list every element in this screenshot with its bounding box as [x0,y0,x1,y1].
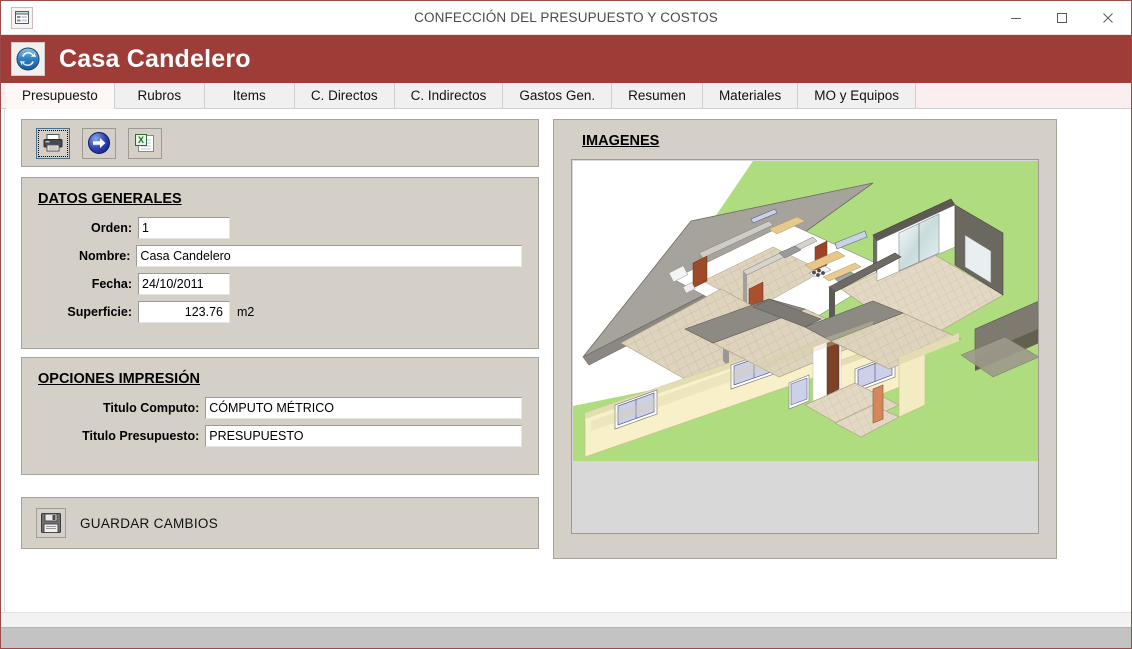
fecha-input[interactable]: 24/10/2011 [138,273,230,295]
tab-gastos-gen[interactable]: Gastos Gen. [503,83,613,108]
nombre-input[interactable]: Casa Candelero [136,245,522,267]
svg-text:X: X [138,135,144,145]
nombre-label: Nombre: [79,249,131,263]
image-frame[interactable] [571,159,1039,534]
opciones-impresion-panel: OPCIONES IMPRESIÓN Titulo Computo: CÓMPU… [21,357,539,475]
tab-content-presupuesto: X DATOS GENERALES Orden: 1 Nombre: Casa … [1,109,1131,612]
application-window: CONFECCIÓN DEL PRESUPUESTO Y COSTOS Casa… [0,0,1132,649]
titulo-computo-input[interactable]: CÓMPUTO MÉTRICO [205,397,522,419]
form-icon [11,6,33,29]
tab-c-directos[interactable]: C. Directos [294,83,395,108]
tab-materiales[interactable]: Materiales [702,83,799,108]
datos-generales-title: DATOS GENERALES [38,191,182,207]
status-bar [1,627,1131,648]
close-button[interactable] [1085,2,1131,33]
bottom-spacer [1,612,1131,627]
tab-items[interactable]: Items [204,83,295,108]
window-title: CONFECCIÓN DEL PRESUPUESTO Y COSTOS [414,10,718,25]
tab-c-indirectos[interactable]: C. Indirectos [394,83,504,108]
title-bar: CONFECCIÓN DEL PRESUPUESTO Y COSTOS [1,1,1131,35]
titulo-presupuesto-input[interactable]: PRESUPUESTO [205,425,522,447]
titulo-presupuesto-label: Titulo Presupuesto: [82,429,200,443]
floppy-disk-icon [36,508,66,538]
tab-resumen[interactable]: Resumen [612,83,703,108]
page-title: Casa Candelero [59,44,251,73]
content-left-edge [1,109,5,612]
field-row-titulo-computo: Titulo Computo: CÓMPUTO MÉTRICO [38,397,522,419]
tab-presupuesto[interactable]: Presupuesto [6,83,115,109]
app-header: Casa Candelero [1,35,1131,83]
export-excel-button[interactable]: X [128,127,162,159]
titulo-computo-label: Titulo Computo: [102,401,200,415]
orden-input[interactable]: 1 [138,217,230,239]
imagenes-title: IMAGENES [582,133,660,149]
print-button[interactable] [36,127,70,159]
refresh-circle-icon [11,42,45,76]
field-row-superficie: Superficie: 123.76 m2 [38,301,522,323]
opciones-impresion-title: OPCIONES IMPRESIÓN [38,371,200,387]
printer-icon [43,134,63,152]
datos-generales-panel: DATOS GENERALES Orden: 1 Nombre: Casa Ca… [21,177,539,349]
fecha-label: Fecha: [91,277,132,291]
field-row-nombre: Nombre: Casa Candelero [38,245,522,267]
tab-rubros[interactable]: Rubros [114,83,205,108]
tab-strip-filler [916,83,1131,108]
field-row-fecha: Fecha: 24/10/2011 [38,273,522,295]
tab-mo-y-equipos[interactable]: MO y Equipos [798,83,917,108]
minimize-button[interactable] [993,2,1039,33]
field-row-titulo-presupuesto: Titulo Presupuesto: PRESUPUESTO [38,425,522,447]
house-render-image [573,161,1038,461]
field-row-orden: Orden: 1 [38,217,522,239]
imagenes-panel: IMAGENES [553,119,1057,559]
orden-label: Orden: [91,221,132,235]
superficie-input[interactable]: 123.76 [138,301,230,323]
superficie-unit: m2 [237,305,255,319]
report-toolbar: X [21,119,539,167]
superficie-label: Superficie: [67,305,132,319]
window-controls [993,2,1131,33]
maximize-button[interactable] [1039,2,1085,33]
blue-arrow-right-icon [88,132,110,154]
excel-export-icon: X [135,133,154,152]
next-button[interactable] [82,127,116,159]
guardar-cambios-label: GUARDAR CAMBIOS [80,515,219,531]
guardar-cambios-button[interactable]: GUARDAR CAMBIOS [21,497,539,549]
tab-strip: Presupuesto Rubros Items C. Directos C. … [1,83,1131,109]
